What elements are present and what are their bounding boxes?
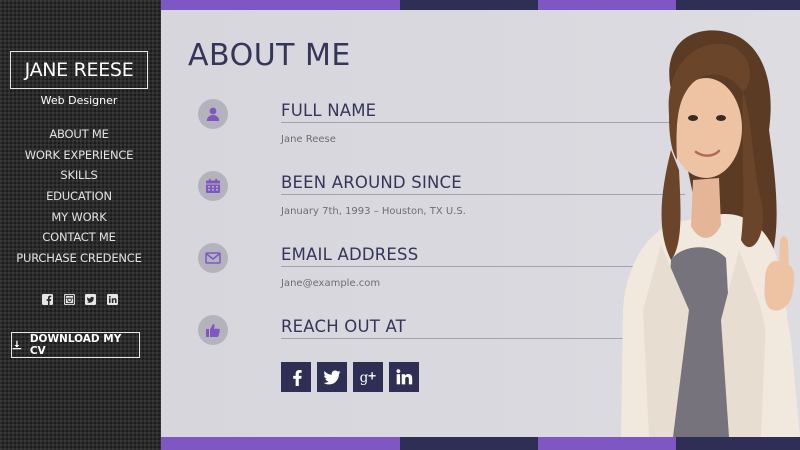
nav-item-contact-me[interactable]: CONTACT ME — [0, 227, 158, 248]
bottom-stripe-purple — [161, 437, 400, 450]
nav-item-about-me[interactable]: ABOUT ME — [0, 124, 158, 145]
email-address-value: Jane@example.com — [281, 278, 381, 289]
full-name-value: Jane Reese — [281, 134, 336, 145]
nav-item-skills[interactable]: SKILLS — [0, 165, 158, 186]
user-icon — [198, 99, 228, 129]
sidebar-nav: ABOUT ME WORK EXPERIENCE SKILLS EDUCATIO… — [0, 124, 158, 269]
top-stripe-navy — [676, 0, 800, 10]
top-stripe-purple — [161, 0, 400, 10]
page-title: ABOUT ME — [188, 38, 351, 73]
instagram-icon[interactable] — [63, 293, 75, 305]
svg-text:+: + — [367, 369, 376, 382]
facebook-button[interactable] — [281, 362, 311, 392]
role-subtitle: Web Designer — [40, 94, 118, 107]
facebook-icon — [293, 370, 302, 386]
top-stripe-navy — [400, 0, 538, 10]
sidebar: JANE REESE Web Designer ABOUT ME WORK EX… — [0, 0, 161, 450]
twitter-icon — [323, 370, 341, 385]
bottom-stripe-navy — [400, 437, 538, 450]
linkedin-icon[interactable] — [106, 293, 118, 305]
full-name-label: FULL NAME — [281, 101, 377, 120]
twitter-button[interactable] — [317, 362, 347, 392]
linkedin-icon — [396, 369, 413, 385]
thumbs-up-icon — [198, 315, 228, 345]
top-stripe-purple — [538, 0, 676, 10]
twitter-icon[interactable] — [85, 293, 97, 305]
sidebar-social-links — [42, 292, 118, 306]
download-cv-label: DOWNLOAD MY CV — [29, 333, 122, 357]
profile-photo — [601, 10, 800, 437]
bottom-stripe-purple — [538, 437, 676, 450]
google-plus-button[interactable]: g + — [353, 362, 383, 392]
reach-out-social-links: g + — [281, 362, 419, 392]
google-plus-icon: g + — [360, 369, 377, 386]
nav-item-work-experience[interactable]: WORK EXPERIENCE — [0, 145, 158, 166]
linkedin-button[interactable] — [389, 362, 419, 392]
download-icon — [12, 340, 22, 350]
envelope-icon — [198, 243, 228, 273]
nav-item-purchase-credence[interactable]: PURCHASE CREDENCE — [0, 248, 158, 269]
reach-out-at-label: REACH OUT AT — [281, 317, 406, 336]
been-around-since-label: BEEN AROUND SINCE — [281, 173, 462, 192]
email-address-label: EMAIL ADDRESS — [281, 245, 419, 264]
nav-item-education[interactable]: EDUCATION — [0, 186, 158, 207]
main-content: ABOUT ME FULL NAME Jane Reese BEEN AROUN… — [161, 10, 800, 437]
facebook-icon[interactable] — [42, 293, 53, 305]
site-name[interactable]: JANE REESE — [10, 51, 148, 89]
download-cv-button[interactable]: DOWNLOAD MY CV — [11, 332, 140, 358]
nav-item-my-work[interactable]: MY WORK — [0, 207, 158, 228]
bottom-stripe-navy — [676, 437, 800, 450]
been-around-since-value: January 7th, 1993 – Houston, TX U.S. — [281, 206, 466, 217]
calendar-icon — [198, 171, 228, 201]
